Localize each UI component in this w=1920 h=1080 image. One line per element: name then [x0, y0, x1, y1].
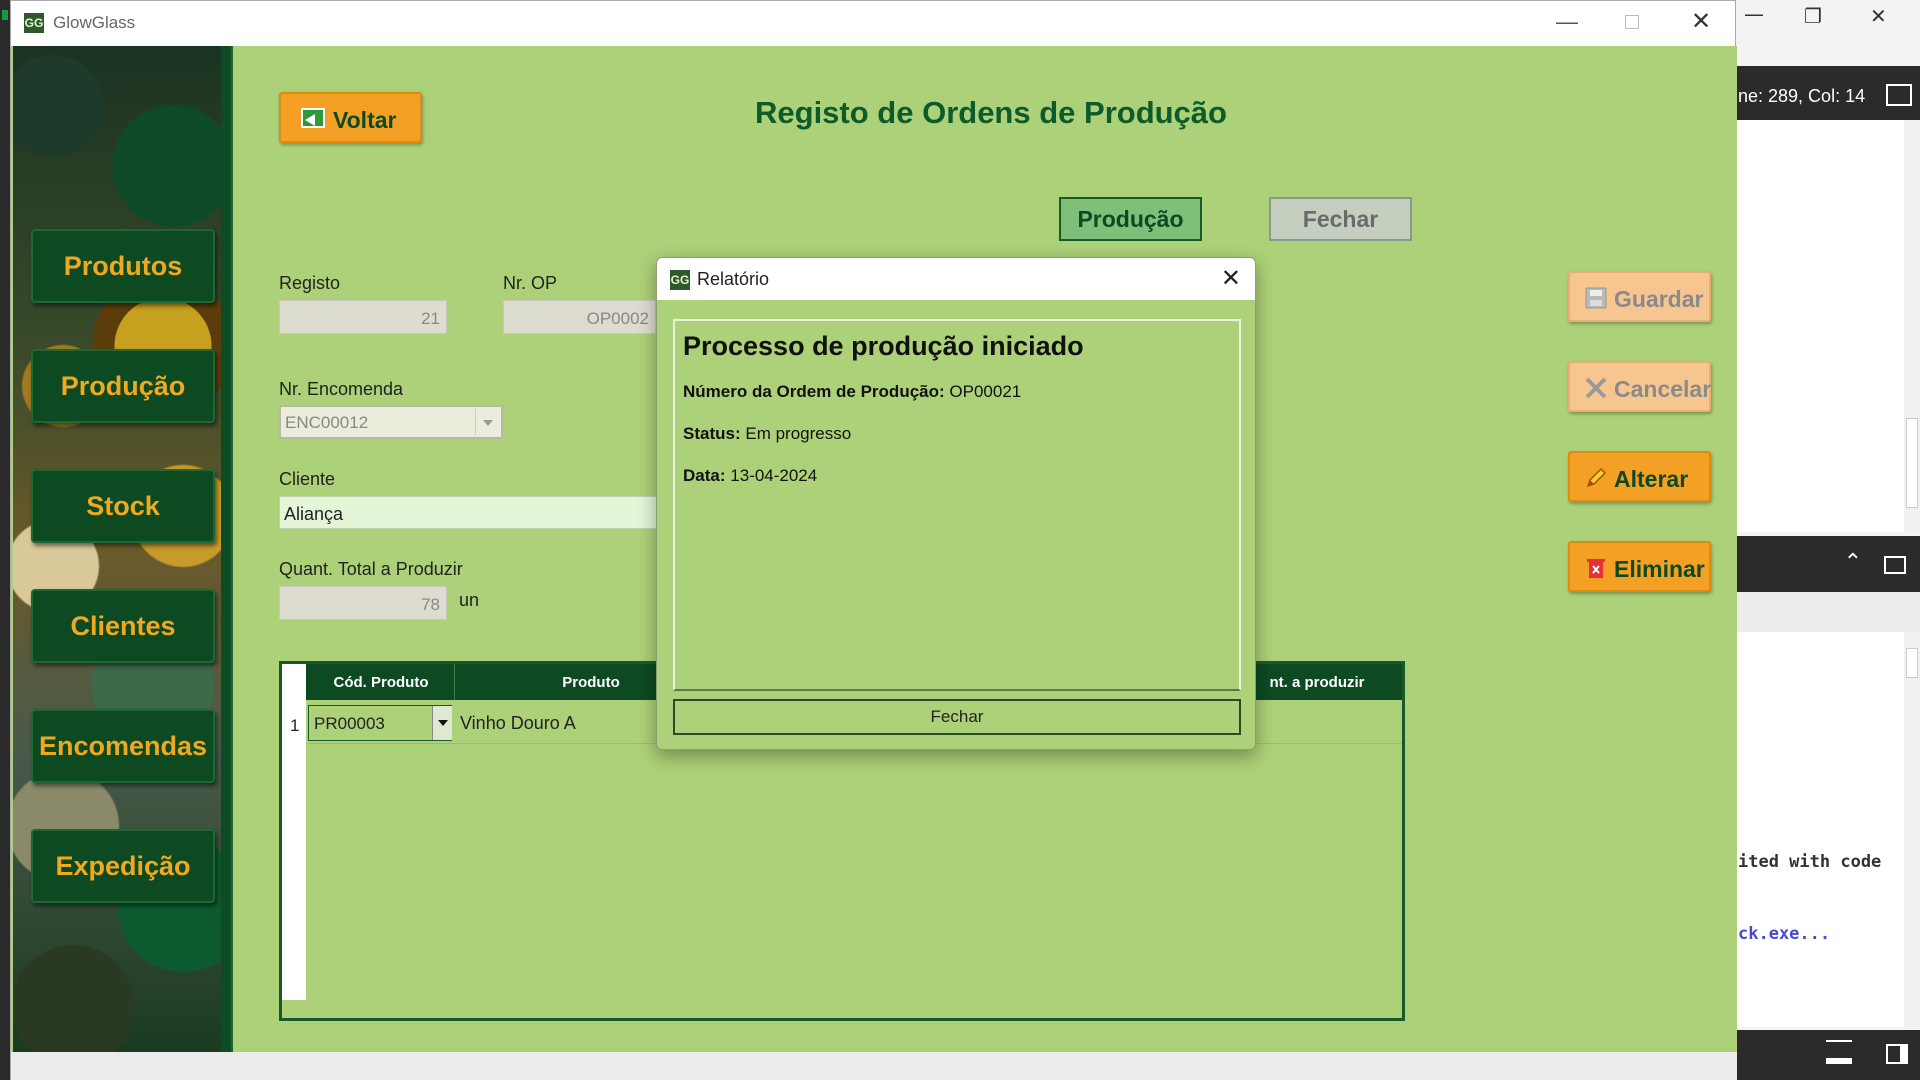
- ide-sidebar-icon[interactable]: [1886, 1044, 1908, 1064]
- report-op-line: Número da Ordem de Produção: OP00021: [683, 382, 1021, 402]
- quant-total-field: 78: [279, 586, 447, 620]
- page-title: Registo de Ordens de Produção: [755, 95, 1227, 130]
- ide-terminal-line: ck.exe...: [1738, 924, 1831, 944]
- chevron-down-icon[interactable]: [475, 409, 499, 435]
- sidebar-item-clientes[interactable]: Clientes: [31, 589, 215, 663]
- column-header-quant-produzir[interactable]: nt. a produzir: [1242, 674, 1392, 691]
- alterar-button[interactable]: Alterar: [1568, 451, 1711, 502]
- sidebar-item-producao[interactable]: Produção: [31, 349, 215, 423]
- report-date-line: Data: 13-04-2024: [683, 466, 817, 486]
- nr-encomenda-label: Nr. Encomenda: [279, 379, 404, 399]
- minimize-icon[interactable]: —: [1556, 9, 1578, 35]
- ide-restore-icon[interactable]: ❐: [1804, 4, 1822, 28]
- report-date-value: 13-04-2024: [730, 466, 818, 485]
- nr-op-field: OP0002: [503, 300, 656, 334]
- registo-field: 21: [279, 300, 447, 334]
- sidebar-item-produtos[interactable]: Produtos: [31, 229, 215, 303]
- ide-keyboard-icon[interactable]: [1826, 1040, 1852, 1064]
- eliminar-button[interactable]: Eliminar: [1568, 541, 1711, 592]
- produto-cell: Vinho Douro A: [460, 713, 576, 733]
- registo-label: Registo: [279, 273, 341, 293]
- cliente-field[interactable]: Aliança: [279, 496, 659, 529]
- report-status-value: Em progresso: [745, 424, 852, 443]
- report-op-value: OP00021: [949, 382, 1022, 401]
- relatorio-dialog: GG Relatório ✕ Processo de produção inic…: [656, 257, 1256, 750]
- maximize-icon[interactable]: [1625, 15, 1639, 29]
- ide-terminal-scrollbar[interactable]: [1904, 632, 1920, 1027]
- dialog-close-icon[interactable]: ✕: [1221, 264, 1241, 292]
- ide-layout-icon[interactable]: [1886, 84, 1912, 106]
- window-title: GlowGlass: [53, 13, 136, 32]
- sidebar-item-stock[interactable]: Stock: [31, 469, 215, 543]
- pencil-icon: [1586, 467, 1607, 488]
- dialog-titlebar: GG Relatório ✕: [657, 258, 1255, 300]
- report-panel: Processo de produção iniciado Número da …: [673, 319, 1241, 691]
- report-status-line: Status: Em progresso: [683, 424, 851, 444]
- titlebar: GG GlowGlass — ✕: [11, 1, 1735, 45]
- back-button[interactable]: Voltar: [279, 92, 422, 143]
- nr-encomenda-value: ENC00012: [285, 413, 369, 432]
- guardar-button[interactable]: Guardar: [1568, 271, 1711, 322]
- sidebar-item-expedicao[interactable]: Expedição: [31, 829, 215, 903]
- guardar-label: Guardar: [1614, 286, 1704, 312]
- back-button-label: Voltar: [333, 107, 397, 133]
- nr-op-label: Nr. OP: [503, 273, 558, 293]
- row-number: 1: [290, 716, 300, 735]
- close-icon[interactable]: ✕: [1691, 7, 1711, 35]
- cancelar-label: Cancelar: [1614, 376, 1712, 402]
- report-status-label: Status:: [683, 424, 741, 443]
- ide-minimize-icon[interactable]: —: [1744, 2, 1764, 26]
- producao-button[interactable]: Produção: [1059, 197, 1202, 241]
- app-logo-icon: GG: [23, 12, 45, 34]
- report-heading: Processo de produção iniciado: [683, 331, 1084, 361]
- dialog-fechar-button[interactable]: Fechar: [673, 699, 1241, 735]
- chevron-down-icon[interactable]: [432, 706, 452, 740]
- column-header-cod-produto[interactable]: Cód. Produto: [308, 674, 454, 691]
- dialog-title: Relatório: [697, 269, 770, 289]
- cancel-x-icon: [1585, 377, 1607, 399]
- back-arrow-icon: [301, 108, 325, 128]
- alterar-label: Alterar: [1614, 466, 1689, 492]
- quant-total-label: Quant. Total a Produzir: [279, 559, 463, 579]
- ide-close-icon[interactable]: ✕: [1870, 4, 1887, 28]
- report-date-label: Data:: [683, 466, 726, 485]
- fechar-button[interactable]: Fechar: [1269, 197, 1412, 241]
- nr-encomenda-select[interactable]: ENC00012: [279, 405, 503, 439]
- cliente-label: Cliente: [279, 469, 336, 489]
- ide-panel-toggle-icon[interactable]: [1884, 556, 1906, 574]
- cod-produto-cell[interactable]: PR00003: [308, 705, 452, 741]
- trash-icon: [1587, 559, 1605, 578]
- ide-chevron-up-icon[interactable]: ⌃: [1844, 550, 1862, 575]
- app-window: GG GlowGlass — ✕ Produtos Produção Stock…: [10, 0, 1737, 1080]
- sidebar-item-encomendas[interactable]: Encomendas: [31, 709, 215, 783]
- save-icon: [1585, 287, 1607, 309]
- eliminar-label: Eliminar: [1614, 556, 1705, 582]
- ide-terminal-line: ited with code: [1738, 852, 1882, 872]
- report-op-label: Número da Ordem de Produção:: [683, 382, 945, 401]
- background-window-edge: [0, 0, 10, 1080]
- quant-unit-label: un: [459, 590, 480, 610]
- dialog-logo-icon: GG: [669, 269, 691, 291]
- cancelar-button[interactable]: Cancelar: [1568, 361, 1711, 412]
